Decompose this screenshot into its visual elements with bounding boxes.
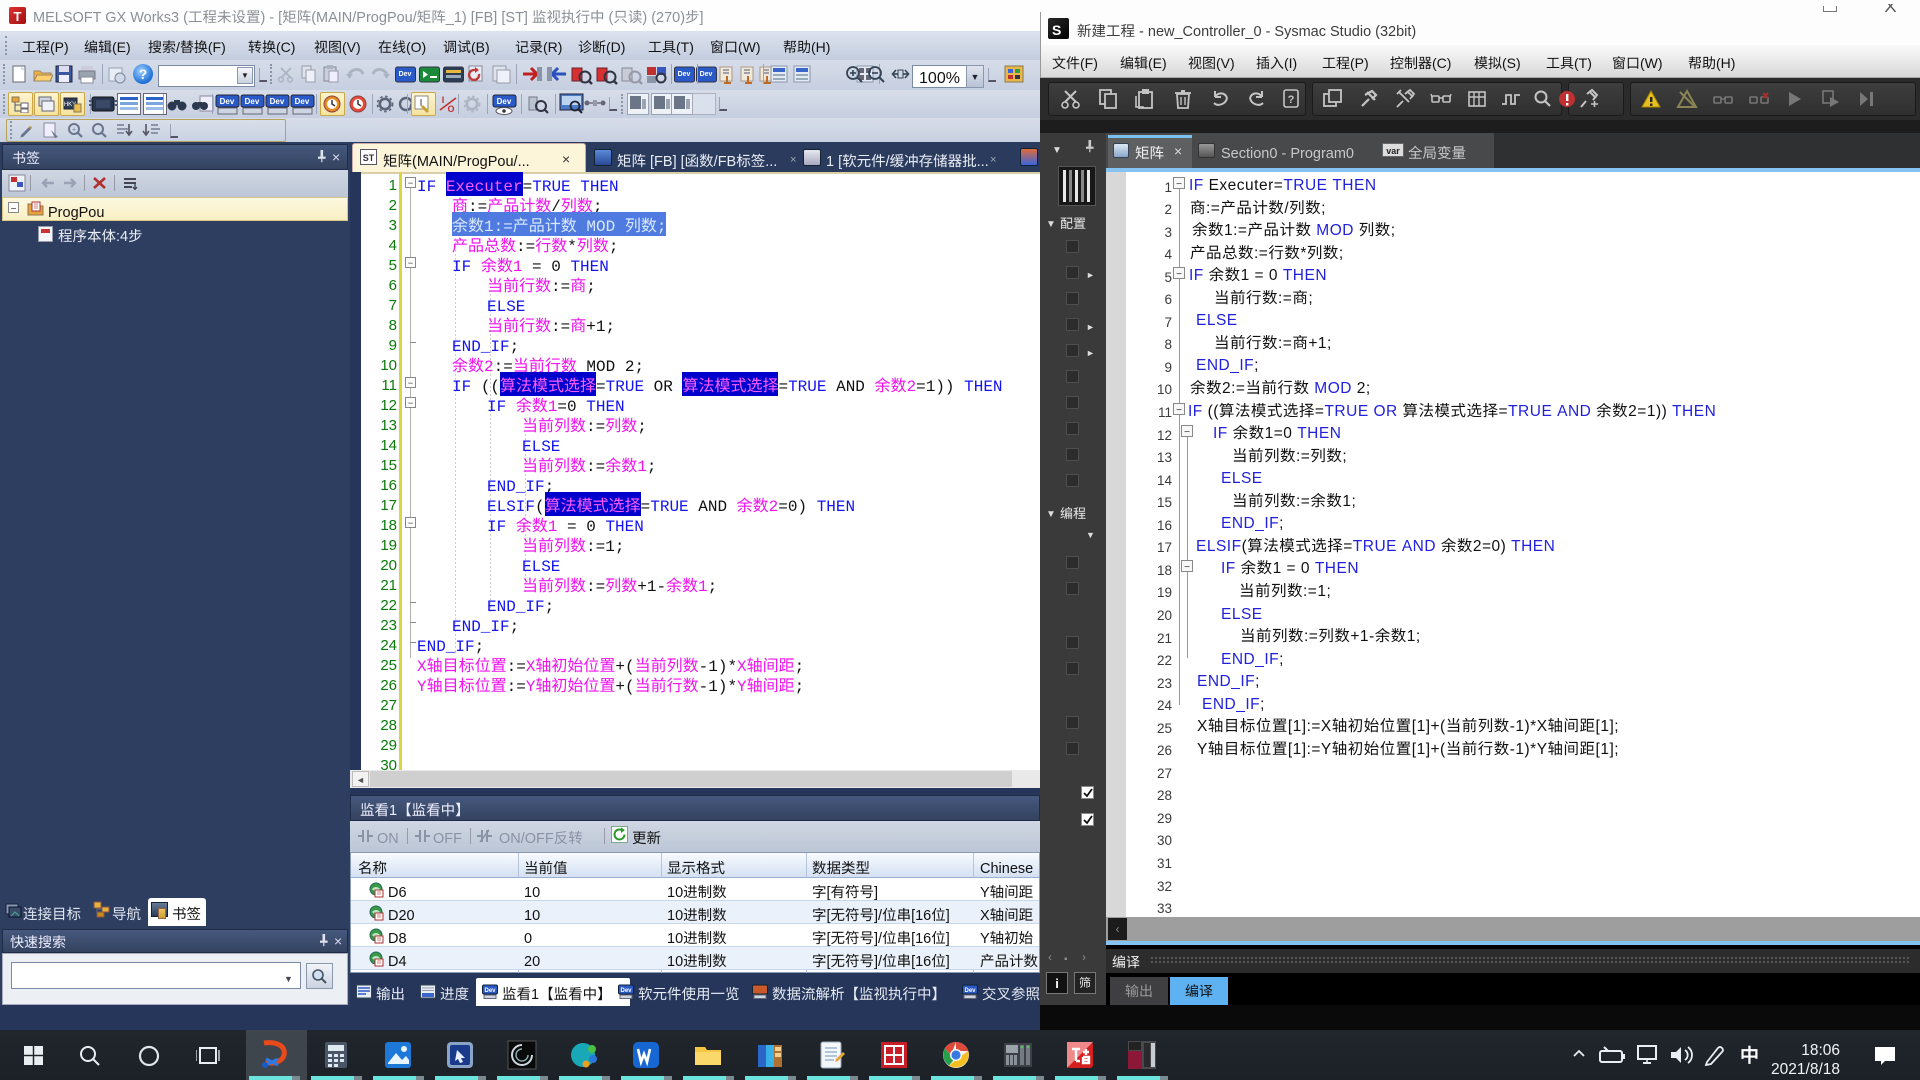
svg-text:Dev: Dev [497,97,512,106]
svg-text:Dev: Dev [700,71,713,78]
svg-text:Dev: Dev [620,988,632,994]
svg-text:O: O [447,104,454,114]
svg-text:I: I [442,95,445,105]
svg-text:?: ? [1288,94,1295,106]
svg-text:Dev: Dev [245,97,260,106]
svg-text:Dev: Dev [220,97,235,106]
svg-text:Dev: Dev [484,988,496,994]
svg-text:Dev: Dev [295,97,310,106]
svg-text:Dev: Dev [399,71,412,78]
svg-text:Dev: Dev [270,97,285,106]
svg-text:Dev: Dev [964,988,976,994]
svg-text:+: + [72,127,76,134]
svg-text:Dev: Dev [678,71,691,78]
